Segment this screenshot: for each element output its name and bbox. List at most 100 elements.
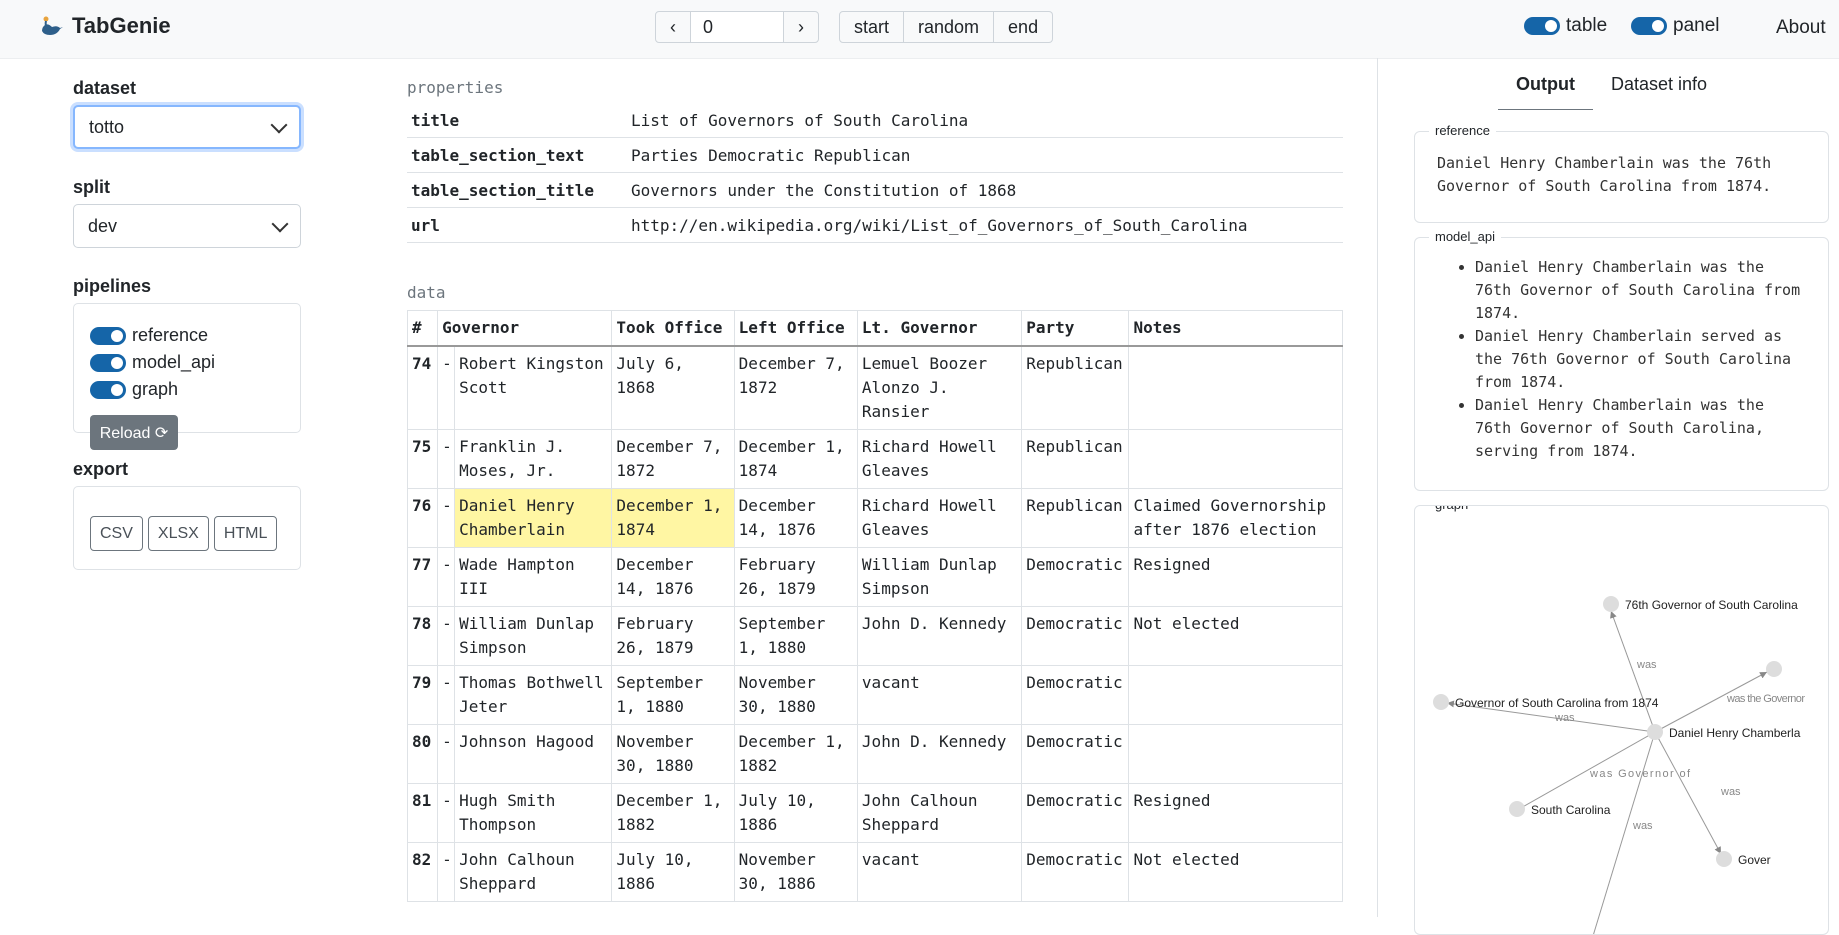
brand[interactable]: TabGenie [38,13,171,39]
graph-node[interactable] [1647,724,1663,740]
table-row: 74- Robert Kingston Scott July 6, 1868 Dece… [406,345,1343,430]
pipeline-toggle-reference[interactable]: reference [90,322,284,349]
model-api-item: Daniel Henry Chamberlain was the 76th Go… [1475,394,1808,463]
property-key: table_section_title [407,172,627,208]
reference-switch[interactable] [90,326,126,345]
pipeline-label: graph [132,379,179,399]
reference-box: reference Daniel Henry Chamberlain was t… [1414,123,1829,223]
next-button[interactable]: › [783,11,819,43]
split-select[interactable]: dev [73,204,301,248]
top-navbar: TabGenie ‹ 0 › start random end table pa… [0,0,1839,59]
cell-notes: Resigned [1128,783,1343,843]
panel-switch[interactable] [1631,17,1667,35]
row-dash: - [437,783,456,843]
properties-label: properties [407,78,504,97]
cell-governor: John Calhoun Sheppard [454,842,613,902]
model-api-switch[interactable] [90,353,126,372]
dataset-select[interactable]: totto [73,105,301,149]
row-dash: - [437,345,456,430]
row-dash: - [437,488,456,548]
graph-switch[interactable] [90,380,126,399]
knowledge-graph[interactable]: was was was the Governor was Governor of… [1415,506,1829,935]
app-name: TabGenie [72,13,171,38]
export-box: CSV XLSX HTML [73,486,301,570]
export-html-button[interactable]: HTML [213,516,278,551]
cell-left-office: July 10, 1886 [733,783,858,843]
main-content: properties title List of Governors of So… [406,78,1343,902]
row-dash: - [437,547,456,607]
random-button[interactable]: random [904,11,995,43]
graph-node[interactable] [1716,851,1732,867]
pipeline-label: model_api [132,352,216,372]
property-value: List of Governors of South Carolina [627,103,1343,138]
cell-left-office: September 1, 1880 [733,606,858,666]
export-xlsx-button[interactable]: XLSX [147,516,209,551]
pipeline-label: reference [132,325,209,345]
property-value: Parties Democratic Republican [627,137,1343,173]
end-button[interactable]: end [994,11,1054,43]
export-label: export [73,459,129,479]
reload-button[interactable]: Reload ⟳ [90,415,178,450]
about-link[interactable]: About [1776,17,1826,39]
data-table: # Governor Took Office Left Office Lt. G… [406,310,1343,902]
cell-notes: Claimed Governorship after 1876 election [1128,488,1343,548]
graph-node[interactable] [1509,801,1525,817]
prev-button[interactable]: ‹ [655,11,691,43]
pipeline-toggle-model-api[interactable]: model_api [90,349,284,376]
cell-took-office: December 1, 1874 [611,488,735,548]
split-label: split [73,177,111,197]
cell-party: Democratic [1021,724,1130,784]
model-api-list: Daniel Henry Chamberlain was the 76th Go… [1415,256,1808,463]
graph-box: graph was was was the Governor was Gover… [1414,505,1829,935]
table-switch[interactable] [1524,17,1560,35]
column-header: Notes [1128,310,1343,347]
panel-toggle[interactable]: panel [1631,15,1720,37]
cell-governor: Thomas Bothwell Jeter [454,665,613,725]
cell-party: Democratic [1021,606,1130,666]
output-panel: Output Dataset info reference Daniel Hen… [1377,58,1839,935]
split-value: dev [88,215,118,236]
graph-node[interactable] [1603,596,1619,612]
tab-output[interactable]: Output [1498,58,1593,110]
row-dash: - [437,724,456,784]
cell-notes [1128,724,1343,784]
graph-node[interactable] [1766,661,1782,677]
cell-lt-governor: John D. Kennedy [856,606,1023,666]
table-row: 77- Wade Hampton III December 14, 1876 Febr… [406,547,1343,607]
pipeline-toggle-graph[interactable]: graph [90,376,284,403]
row-number: 80 [406,724,439,784]
tab-dataset-info[interactable]: Dataset info [1593,58,1725,110]
model-api-item: Daniel Henry Chamberlain served as the 7… [1475,325,1808,394]
start-button[interactable]: start [839,11,905,43]
graph-edge-label: was Governor of [1589,768,1691,780]
graph-node[interactable] [1433,694,1449,710]
cell-lt-governor: Lemuel Boozer Alonzo J. Ransier [856,345,1023,430]
cell-party: Democratic [1021,783,1130,843]
property-key: title [407,103,627,138]
property-row: table_section_text Parties Democratic Re… [407,137,1343,173]
table-toggle-label: table [1566,15,1608,36]
row-number: 74 [406,345,439,430]
row-number: 78 [406,606,439,666]
graph-legend: graph [1429,506,1475,512]
property-url[interactable]: http://en.wikipedia.org/wiki/List_of_Gov… [627,207,1343,243]
panel-tabs: Output Dataset info [1498,58,1725,110]
property-row: url http://en.wikipedia.org/wiki/List_of… [407,207,1343,243]
property-row: title List of Governors of South Carolin… [407,103,1343,138]
reference-text: Daniel Henry Chamberlain was the 76th Go… [1437,154,1772,195]
row-number: 79 [406,665,439,725]
cell-left-office: November 30, 1886 [733,842,858,902]
reference-legend: reference [1429,123,1496,138]
model-api-item: Daniel Henry Chamberlain was the 76th Go… [1475,256,1808,325]
graph-edge [1654,731,1722,855]
export-csv-button[interactable]: CSV [90,516,143,551]
cell-took-office: September 1, 1880 [611,665,735,725]
cell-notes [1128,345,1343,430]
property-value: Governors under the Constitution of 1868 [627,172,1343,208]
index-input[interactable]: 0 [691,11,783,43]
table-toggle[interactable]: table [1524,15,1607,37]
sidebar: dataset totto split dev pipelines refere… [73,78,301,570]
properties-table: title List of Governors of South Carolin… [407,103,1343,243]
cell-took-office: December 7, 1872 [611,429,735,489]
graph-edge-label: was [1632,820,1653,832]
